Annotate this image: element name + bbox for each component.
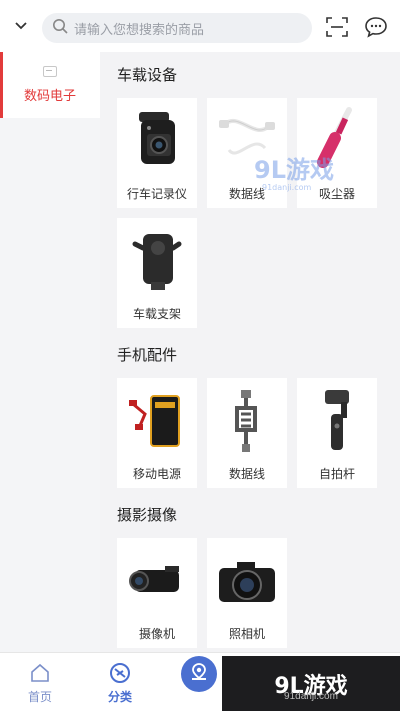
search-input[interactable]: 请输入您想搜索的商品 (42, 13, 312, 43)
dashcam-image (125, 104, 189, 178)
product-name: 自拍杆 (318, 467, 355, 481)
product-name: 数据线 (228, 467, 265, 481)
watermark-url: 91danji.com (284, 691, 338, 702)
category-content: 车载设备 行车记录仪 数据线 吸尘器 车载支架 手机配件 移动电源 数据线 自拍… (100, 52, 400, 652)
nav-home[interactable]: 首页 (0, 653, 80, 711)
product-card[interactable]: 摄像机 (117, 538, 197, 648)
section-title: 车载设备 (117, 67, 178, 84)
category-sidebar: 数码电子 (0, 52, 100, 652)
active-indicator (0, 52, 3, 118)
category-icon (108, 661, 132, 685)
cable-image (215, 384, 279, 458)
nav-category-label: 分类 (107, 690, 132, 704)
product-name: 行车记录仪 (126, 187, 187, 201)
section-title: 摄影摄像 (117, 507, 178, 524)
nav-center-button[interactable] (181, 656, 217, 692)
product-name: 照相机 (228, 627, 265, 641)
product-card[interactable]: 自拍杆 (297, 378, 377, 488)
product-card[interactable]: 移动电源 (117, 378, 197, 488)
sidebar-item-digital-electronics[interactable]: 数码电子 (0, 52, 100, 118)
product-card[interactable]: 照相机 (207, 538, 287, 648)
sidebar-item-label: 数码电子 (23, 88, 76, 103)
top-bar: 请输入您想搜索的商品 (0, 0, 400, 52)
section-title: 手机配件 (117, 347, 178, 364)
nav-category[interactable]: 分类 (80, 653, 160, 711)
svg-text:91danji.com: 91danji.com (262, 183, 312, 192)
image-placeholder-icon (43, 66, 57, 77)
watermark-badge: 9L游戏 91danji.com (222, 656, 400, 711)
product-card[interactable]: 车载支架 (117, 218, 197, 328)
scan-icon[interactable] (324, 14, 350, 40)
svg-text:9L游戏: 9L游戏 (254, 156, 334, 184)
message-icon[interactable] (362, 14, 390, 40)
chevron-down-icon[interactable] (0, 0, 42, 52)
power-bank-image (125, 384, 189, 458)
product-card[interactable]: 数据线 (207, 378, 287, 488)
product-name: 车载支架 (132, 307, 181, 321)
search-icon (52, 18, 68, 39)
home-icon (29, 661, 51, 685)
search-placeholder: 请输入您想搜索的商品 (74, 21, 205, 37)
watermark-logo: 9L游戏 91danji.com (252, 152, 362, 192)
product-card[interactable]: 行车记录仪 (117, 98, 197, 208)
nav-home-label: 首页 (27, 690, 52, 704)
car-mount-image (125, 224, 189, 298)
camcorder-image (125, 544, 189, 618)
camera-image (215, 544, 279, 618)
gimbal-image (305, 384, 369, 458)
map-pin-icon (188, 661, 210, 688)
product-name: 移动电源 (132, 467, 181, 481)
product-name: 摄像机 (138, 627, 175, 641)
